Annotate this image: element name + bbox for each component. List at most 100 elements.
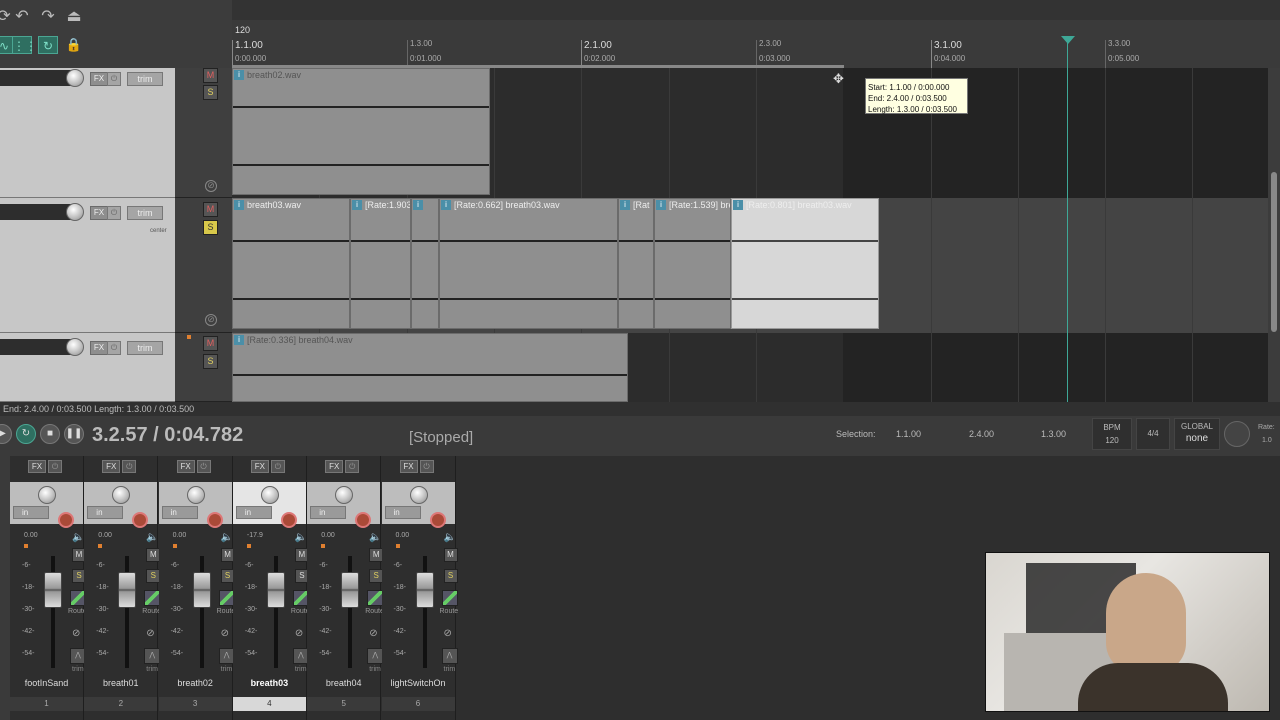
input-selector[interactable]: in [384,506,421,519]
record-disable-icon[interactable]: ⊘ [295,628,303,639]
pause-icon[interactable]: ❚❚ [64,424,84,444]
global-automation-box[interactable]: GLOBAL none [1174,418,1220,450]
media-item[interactable]: i breath03.wav [232,198,350,329]
speaker-icon[interactable]: 🔈 [295,532,307,543]
time-signature[interactable]: 4/4 [1136,418,1170,450]
input-selector[interactable]: in [161,506,198,519]
play-icon[interactable]: ▶ [0,424,12,444]
media-item[interactable]: i [Rate:0.336] breath04.wav [232,333,628,402]
volume-fader[interactable] [415,572,434,608]
mixer-channel[interactable]: FX ⏻ in 0.00 🔈 M S Route ⊘ ⋀ trim -6- -18- -30- -42-… [307,456,384,720]
input-selector[interactable]: in [310,506,347,519]
pan-knob[interactable] [112,486,131,504]
mute-button[interactable]: M [443,548,458,562]
fx-bypass-icon[interactable]: ⏻ [419,460,434,473]
fx-button[interactable]: FX [90,341,108,355]
record-arm-icon[interactable]: ⊘ [205,314,217,326]
grid-icon[interactable]: ⋮⋮ [12,36,37,54]
pan-knob[interactable] [186,486,205,504]
stop-icon[interactable]: ■ [40,424,60,444]
fx-button[interactable]: FX [399,460,418,473]
lock-icon[interactable]: 🔒 [64,36,84,54]
fx-button[interactable]: FX [250,460,269,473]
volume-knob[interactable] [66,338,84,356]
record-disable-icon[interactable]: ⊘ [369,628,377,639]
channel-number[interactable]: 3 [158,697,232,711]
record-disable-icon[interactable]: ⊘ [444,628,452,639]
pan-knob[interactable] [409,486,428,504]
media-item[interactable]: i [Rate:0.662] breath03.wav [439,198,618,329]
record-arm-icon[interactable]: ⊘ [205,180,217,192]
solo-button[interactable]: S [203,354,218,369]
trim-button[interactable]: trim [127,206,163,220]
record-arm-button[interactable] [280,512,297,528]
channel-name[interactable]: breath01 [84,678,157,688]
volume-fader[interactable] [192,572,211,608]
speaker-icon[interactable]: 🔈 [369,532,381,543]
channel-number[interactable]: 4 [232,697,306,711]
media-item[interactable]: i [Rate:1.539] bre [654,198,731,329]
track-panel-3[interactable]: FX ⏻ trim [0,333,175,402]
volume-fader[interactable] [341,572,360,608]
media-item[interactable]: i breath02.wav [232,68,490,195]
pan-knob[interactable] [38,486,56,504]
arrange-view[interactable]: i breath02.wav i breath03.wav i [Rate:1.… [232,68,1268,402]
redo-icon[interactable]: ↷ [38,8,58,26]
record-disable-icon[interactable]: ⊘ [221,628,229,639]
fx-button[interactable]: FX [102,460,121,473]
speaker-icon[interactable]: 🔈 [444,532,456,543]
volume-fader[interactable] [44,572,62,608]
fx-bypass-icon[interactable]: ⏻ [122,460,137,473]
fx-bypass-icon[interactable]: ⏻ [107,341,121,355]
record-disable-icon[interactable]: ⊘ [72,628,80,639]
record-arm-button[interactable] [206,512,223,528]
selection-start[interactable]: 1.1.00 [896,429,921,439]
channel-number[interactable]: 5 [307,697,381,711]
media-item[interactable]: i [Rat [618,198,654,329]
volume-fader[interactable] [118,572,137,608]
repeat-icon[interactable]: ↻ [16,424,36,444]
rate-knob[interactable] [1224,421,1250,447]
solo-button[interactable]: S [443,569,458,583]
fx-bypass-icon[interactable]: ⏻ [345,460,360,473]
route-button[interactable] [441,590,458,606]
loop-icon[interactable]: ↻ [38,36,58,54]
speaker-icon[interactable]: 🔈 [146,532,158,543]
fx-button[interactable]: FX [90,206,108,220]
solo-button[interactable]: S [203,220,218,235]
pan-knob[interactable] [260,486,279,504]
input-selector[interactable]: in [13,506,49,519]
bpm-box[interactable]: BPM 120 [1092,418,1132,450]
mixer-channel[interactable]: FX ⏻ in 0.00 🔈 M S Route ⊘ ⋀ trim -6- -18- -30- -42-… [158,456,235,720]
fx-bypass-icon[interactable]: ⏻ [196,460,211,473]
pan-knob[interactable] [335,486,354,504]
timeline-ruler[interactable]: 120 1.1.00 0:00.000 1.3.00 0:01.000 2.1.… [232,20,1280,68]
volume-knob[interactable] [66,69,84,87]
track-panel-1[interactable]: FX ⏻ trim [0,68,175,198]
trim-button[interactable]: ⋀ [441,648,458,664]
mute-button[interactable]: M [203,336,218,351]
speaker-icon[interactable]: 🔈 [72,532,84,543]
mixer-channel[interactable]: FX ⏻ in 0.00 🔈 M S Route ⊘ ⋀ trim -6- -18- -30- -42-… [84,456,161,720]
channel-number[interactable]: 6 [381,697,455,711]
fx-bypass-icon[interactable]: ⏻ [48,460,62,473]
volume-knob[interactable] [66,203,84,221]
fx-button[interactable]: FX [28,460,46,473]
vertical-scrollbar[interactable] [1268,68,1280,402]
media-item-selected[interactable]: i [Rate:0.801] breath03.wav [731,198,879,329]
trim-button[interactable]: trim [127,341,163,355]
selection-length[interactable]: 1.3.00 [1041,429,1066,439]
media-item[interactable]: i [Rate:1.903 [350,198,411,329]
selection-end[interactable]: 2.4.00 [969,429,994,439]
solo-button[interactable]: S [203,85,218,100]
channel-name[interactable]: footInSand [10,678,83,688]
volume-fader[interactable] [266,572,285,608]
media-item[interactable]: i [411,198,439,329]
mixer-channel[interactable]: FX ⏻ in 0.00 🔈 M S Route ⊘ ⋀ trim -6- -18- -30- -42-… [10,456,87,720]
undo-icon[interactable]: ↶ [12,8,32,26]
track-panel-2[interactable]: FX ⏻ trim center [0,198,175,333]
record-disable-icon[interactable]: ⊘ [146,628,154,639]
channel-number[interactable]: 1 [10,697,83,711]
input-selector[interactable]: in [87,506,124,519]
record-arm-button[interactable] [132,512,149,528]
